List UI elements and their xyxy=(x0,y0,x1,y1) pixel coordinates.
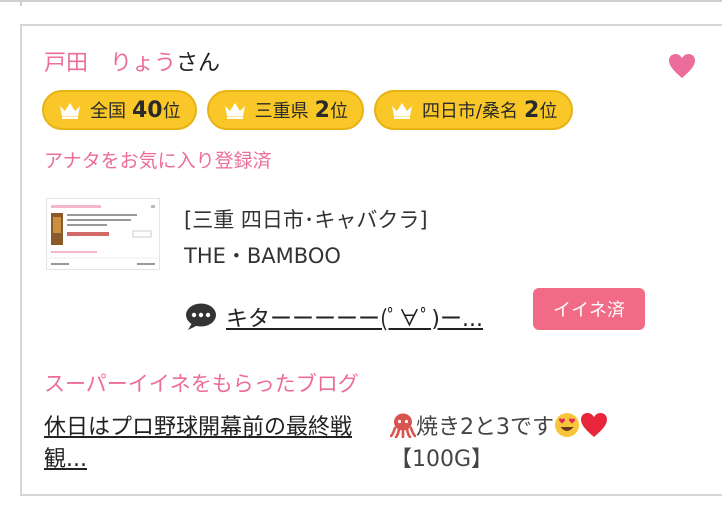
rank-number: 40 xyxy=(132,97,163,123)
rank-badge-prefecture: 三重県 2 位 xyxy=(206,90,364,130)
crown-icon xyxy=(224,103,245,119)
heart-icon[interactable] xyxy=(668,53,696,79)
user-name[interactable]: 戸田 りょう xyxy=(44,51,176,76)
rank-scope: 全国 xyxy=(90,101,126,122)
rank-unit: 位 xyxy=(329,101,348,122)
user-card: 戸田 りょうさん 全国 40 位 三重県 2 位 四日市/桑名 2 位 アナタを… xyxy=(20,24,722,496)
blog-title-link[interactable]: 休日はプロ野球開幕前の最終戦観... xyxy=(44,412,384,476)
message-link[interactable]: キターーーーー(ﾟ∀ﾟ)ー... xyxy=(226,301,483,333)
shop-thumbnail[interactable] xyxy=(46,198,160,270)
user-name-row: 戸田 りょうさん xyxy=(44,50,220,78)
octopus-icon xyxy=(390,413,416,438)
favorite-status-note: アナタをお気に入り登録済 xyxy=(44,150,272,172)
blog-excerpt-text: 焼き2と3です xyxy=(416,415,554,440)
super-iine-blog-heading: スーパーイイネをもらったブログ xyxy=(44,372,359,396)
crown-icon xyxy=(391,103,412,119)
user-honorific: さん xyxy=(176,51,221,76)
rank-scope: 三重県 xyxy=(254,101,309,122)
heart-eyes-emoji-icon xyxy=(555,413,579,437)
rank-number: 2 xyxy=(314,97,330,123)
shop-area-label: [三重 四日市･キャバクラ] xyxy=(184,208,428,232)
crown-icon xyxy=(60,103,80,119)
rank-scope: 四日市/桑名 xyxy=(421,101,519,122)
shop-name[interactable]: THE・BAMBOO xyxy=(184,240,341,270)
blog-excerpt: 焼き2と3です 【100G】 xyxy=(390,412,710,476)
iine-done-badge[interactable]: イイネ済 xyxy=(533,288,645,330)
rank-unit: 位 xyxy=(539,101,558,122)
rank-badge-national: 全国 40 位 xyxy=(42,90,197,130)
red-heart-emoji-icon xyxy=(581,413,607,437)
rank-number: 2 xyxy=(524,97,540,123)
blog-gift-points: 【100G】 xyxy=(390,447,494,472)
top-divider xyxy=(0,0,722,2)
speech-bubble-icon xyxy=(186,303,216,330)
ranking-badges: 全国 40 位 三重県 2 位 四日市/桑名 2 位 xyxy=(42,90,574,130)
previous-card-edge xyxy=(20,0,22,6)
rank-badge-area: 四日市/桑名 2 位 xyxy=(373,90,574,130)
rank-unit: 位 xyxy=(162,101,181,122)
message-row: キターーーーー(ﾟ∀ﾟ)ー... xyxy=(184,300,483,334)
